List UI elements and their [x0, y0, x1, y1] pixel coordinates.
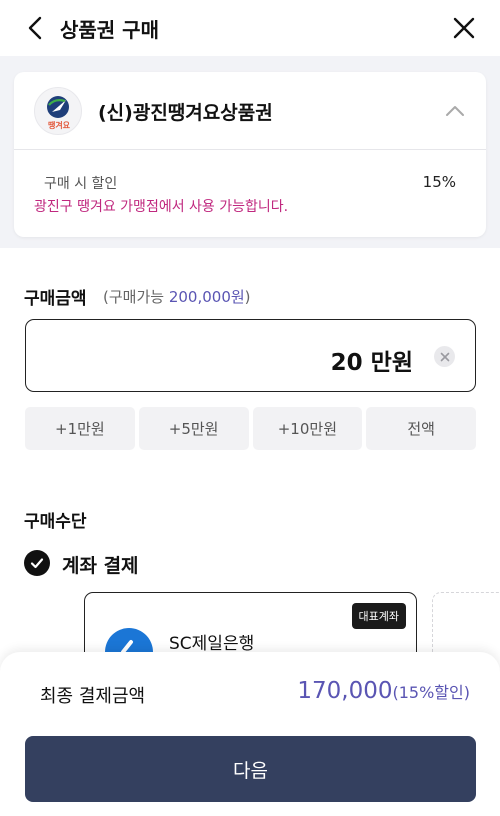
final-amount-label: 최종 결제금액 — [40, 686, 146, 707]
account-payment-label[interactable]: 계좌 결제 — [62, 551, 139, 578]
next-button[interactable]: 다음 — [25, 736, 476, 802]
voucher-card: 땡겨요 (신)광진땡겨요상품권 구매 시 할인 15% 광진구 땡겨요 가맹점에… — [14, 72, 486, 237]
clear-amount-button[interactable] — [434, 346, 455, 367]
available-prefix: (구매가능 — [103, 288, 169, 306]
quick-amount-buttons: +1만원 +5만원 +10만원 전액 — [25, 407, 476, 450]
discount-value: 15% — [422, 173, 456, 191]
top-bar: 상품권 구매 — [0, 0, 500, 56]
page-title: 상품권 구매 — [60, 18, 159, 42]
amount-label: 구매금액 — [24, 289, 87, 309]
chevron-up-icon — [446, 106, 464, 116]
discount-note: (15%할인) — [392, 683, 471, 702]
amount-input[interactable]: 20 만원 — [25, 319, 476, 392]
bank-name: SC제일은행 — [169, 634, 255, 654]
final-amount-value: 170,000 — [297, 678, 393, 704]
discount-label: 구매 시 할인 — [44, 176, 118, 192]
chevron-left-icon — [28, 16, 42, 40]
voucher-title: (신)광진땡겨요상품권 — [98, 102, 273, 124]
available-amount: (구매가능 200,000원) — [103, 286, 251, 307]
close-button[interactable] — [450, 14, 478, 42]
voucher-card-header[interactable]: 땡겨요 (신)광진땡겨요상품권 — [14, 72, 486, 150]
add-50k-button[interactable]: +5만원 — [138, 407, 249, 450]
payment-summary-sheet: 최종 결제금액 170,000(15%할인) 다음 — [0, 652, 500, 816]
voucher-section: 땡겨요 (신)광진땡겨요상품권 구매 시 할인 15% 광진구 땡겨요 가맹점에… — [0, 56, 500, 248]
add-100k-button[interactable]: +10만원 — [252, 407, 363, 450]
account-payment-radio[interactable] — [24, 550, 50, 576]
final-amount: 170,000(15%할인) — [297, 678, 470, 704]
voucher-logo: 땡겨요 — [34, 87, 82, 135]
usage-notice: 광진구 땡겨요 가맹점에서 사용 가능합니다. — [34, 199, 289, 215]
payment-method-label: 구매수단 — [24, 512, 87, 532]
check-icon — [30, 558, 44, 569]
back-button[interactable] — [22, 14, 50, 42]
close-icon — [453, 17, 475, 39]
collapse-toggle[interactable] — [444, 100, 466, 122]
voucher-logo-icon: 땡겨요 — [47, 96, 71, 130]
available-suffix: ) — [244, 288, 251, 306]
primary-account-badge: 대표계좌 — [351, 603, 406, 629]
add-10k-button[interactable]: +1만원 — [25, 407, 135, 450]
full-amount-button[interactable]: 전액 — [366, 407, 476, 450]
available-amount-value: 200,000원 — [168, 288, 245, 306]
clear-icon — [440, 352, 449, 361]
amount-value: 20 만원 — [330, 350, 413, 376]
voucher-logo-text: 땡겨요 — [48, 120, 71, 130]
